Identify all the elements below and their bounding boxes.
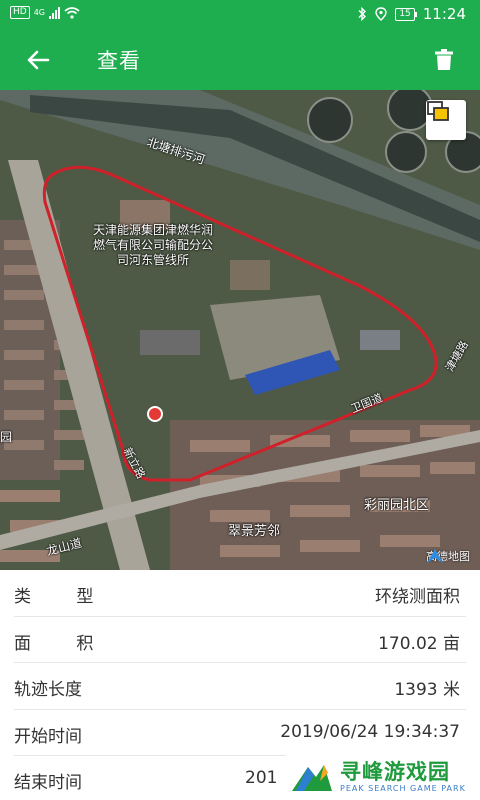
info-value: 2019/06/24 19:34:37 [280,721,460,742]
status-right: 15 11:24 [357,5,466,23]
page-title: 查看 [97,49,141,73]
status-left: HD 4G [10,6,80,19]
info-value: 1393 米 [394,680,460,700]
info-label: 轨迹长度 [14,680,82,700]
map-label-area-2: 翠景芳邻 [228,524,281,539]
watermark-main: 寻峰游戏园 [340,759,450,784]
info-value: 环绕测面积 [375,587,460,607]
gas-station-icon[interactable] [147,406,163,422]
location-icon [375,7,388,21]
gaode-logo-icon [427,549,443,563]
mountain-logo-icon [292,765,332,791]
network-type: 4G [33,8,45,17]
wifi-icon [64,6,80,19]
info-value: 170.02 亩 [378,633,460,654]
info-label: 结束时间 [14,773,82,793]
map-label-company: 天津能源集团津燃华润燃气有限公司输配分公司河东管线所 [92,223,213,267]
hd-badge: HD [10,6,30,19]
map-label-area-3: 园 [0,430,13,444]
info-label: 开始时间 [14,726,82,747]
map-logo: 高德地图 [426,548,470,564]
layers-icon [427,101,449,121]
watermark-sub: PEAK SEARCH GAME PARK [340,783,466,793]
trash-icon [435,49,453,70]
app-bar: 查看 [0,30,480,90]
info-row-area: 面 积 170.02 亩 [14,617,466,663]
battery-icon: 15 [395,7,418,21]
watermark: 寻峰游戏园 PEAK SEARCH GAME PARK [286,752,480,800]
delete-button[interactable] [426,42,462,78]
info-row-type: 类 型 环绕测面积 [14,570,466,617]
status-bar: HD 4G 15 11:24 [0,0,480,30]
info-row-start-time: 开始时间 2019/06/24 19:34:37 [14,710,466,756]
signal-icon [49,6,60,19]
map-view[interactable]: 北塘排污河 天津能源集团津燃华润燃气有限公司输配分公司河东管线所 卫国道 津塘路… [0,90,480,570]
info-row-track-length: 轨迹长度 1393 米 [14,663,466,710]
info-label: 类 型 [14,587,114,607]
watermark-text: 寻峰游戏园 PEAK SEARCH GAME PARK [340,760,466,793]
info-value: 201 [245,768,278,788]
bluetooth-icon [358,7,367,21]
arrow-left-icon [27,50,50,70]
layer-toggle-button[interactable] [426,100,466,140]
map-label-area-1: 彩丽园北区 [364,498,430,513]
status-time: 11:24 [422,5,466,23]
back-button[interactable] [18,42,58,78]
info-label: 面 积 [14,633,114,654]
